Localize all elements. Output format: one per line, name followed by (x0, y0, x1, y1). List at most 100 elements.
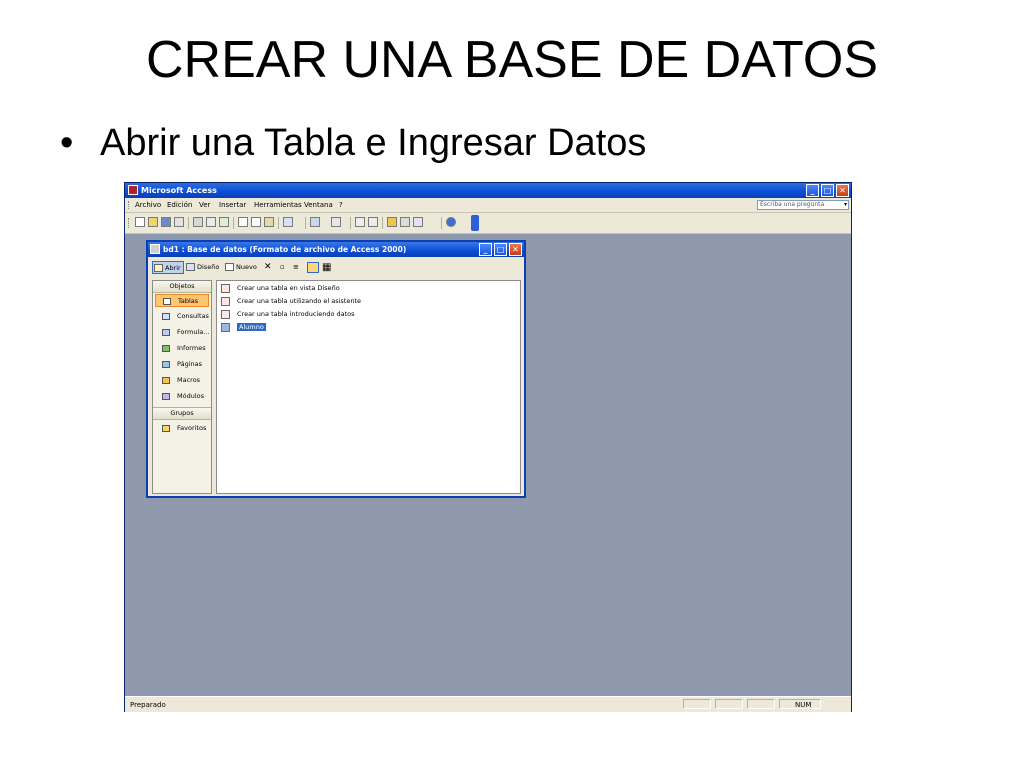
database-toolbar: Abrir Diseño Nuevo ✕ ▫ ≡ ▦ (150, 259, 522, 277)
chevron-down-icon[interactable]: ▾ (844, 201, 847, 209)
relationships-icon[interactable] (400, 217, 410, 227)
undo-icon[interactable] (283, 217, 293, 227)
list-item-label: Crear una tabla en vista Diseño (237, 284, 340, 292)
help-question-input[interactable]: Escriba una pregunta ▾ (757, 200, 849, 210)
open-label: Abrir (165, 264, 181, 272)
object-informes[interactable]: Informes (155, 342, 209, 355)
list-item-create-data[interactable]: Crear una tabla introduciendo datos (221, 309, 355, 320)
list-view-icon[interactable] (307, 262, 319, 273)
large-icons-icon[interactable]: ▫ (280, 262, 285, 273)
object-modulos[interactable]: Módulos (155, 390, 209, 403)
db-minimize-button[interactable]: _ (479, 243, 492, 256)
object-label: Informes (177, 344, 206, 352)
menu-grip-icon[interactable] (128, 201, 131, 209)
toolbar-options-icon[interactable] (471, 215, 479, 231)
num-lock-indicator: NUM (795, 701, 812, 709)
list-item-label: Crear una tabla introduciendo datos (237, 310, 355, 318)
print-preview-icon[interactable] (206, 217, 216, 227)
app-titlebar[interactable]: Microsoft Access _ □ ✕ (125, 183, 851, 198)
object-consultas[interactable]: Consultas (155, 310, 209, 323)
list-item-label: Crear una tabla utilizando el asistente (237, 297, 362, 305)
new-button[interactable]: Nuevo (224, 261, 260, 274)
access-key-icon[interactable] (128, 185, 138, 195)
group-label: Favoritos (177, 424, 207, 432)
object-formularios[interactable]: Formula... (155, 326, 209, 339)
new-icon (225, 263, 234, 271)
code-icon[interactable] (355, 217, 365, 227)
toolbar-grip-icon[interactable] (128, 218, 131, 228)
status-bar: Preparado NUM (125, 696, 851, 712)
db-maximize-button[interactable]: □ (494, 243, 507, 256)
bullet-text: Abrir una Tabla e Ingresar Datos (100, 122, 647, 164)
toolbar-separator (188, 217, 189, 229)
menu-ver[interactable]: Ver (199, 201, 210, 209)
maximize-button[interactable]: □ (821, 184, 834, 197)
help-question-placeholder: Escriba una pregunta (760, 201, 825, 208)
table-icon (163, 298, 171, 305)
bullet-marker: • (60, 122, 74, 164)
details-view-icon[interactable]: ▦ (322, 262, 331, 273)
copy-icon[interactable] (251, 217, 261, 227)
standard-toolbar (125, 213, 851, 234)
table-icon (221, 323, 230, 332)
save-icon[interactable] (161, 217, 171, 227)
report-icon (162, 345, 170, 352)
object-paginas[interactable]: Páginas (155, 358, 209, 371)
object-tablas[interactable]: Tablas (155, 294, 209, 307)
help-icon[interactable] (446, 217, 456, 227)
design-wizard-icon (221, 284, 230, 293)
print-icon[interactable] (193, 217, 203, 227)
menu-insertar[interactable]: Insertar (219, 201, 246, 209)
db-close-button[interactable]: ✕ (509, 243, 522, 256)
menu-archivo[interactable]: Archivo (135, 201, 161, 209)
wizard-icon (221, 297, 230, 306)
objects-header[interactable]: Objetos (153, 281, 211, 293)
object-label: Macros (177, 376, 201, 384)
new-object-icon[interactable] (413, 217, 423, 227)
groups-header[interactable]: Grupos (153, 407, 211, 420)
slide-bullet: • Abrir una Tabla e Ingresar Datos (60, 122, 646, 165)
script-icon[interactable] (368, 217, 378, 227)
form-icon (162, 329, 170, 336)
database-title: bd1 : Base de datos (Formato de archivo … (163, 245, 407, 254)
list-item-label: Alumno (237, 323, 266, 331)
new-file-icon[interactable] (135, 217, 145, 227)
properties-icon[interactable] (387, 217, 397, 227)
database-icon[interactable] (150, 244, 160, 254)
list-item-create-wizard[interactable]: Crear una tabla utilizando el asistente (221, 296, 361, 307)
toolbar-separator (278, 217, 279, 229)
database-titlebar[interactable]: bd1 : Base de datos (Formato de archivo … (148, 242, 524, 257)
toolbar-separator (305, 217, 306, 229)
menu-ventana[interactable]: Ventana (304, 201, 333, 209)
menu-herramientas[interactable]: Herramientas (254, 201, 302, 209)
toolbar-separator (441, 217, 442, 229)
minimize-button[interactable]: _ (806, 184, 819, 197)
menu-edicion[interactable]: Edición (167, 201, 192, 209)
object-macros[interactable]: Macros (155, 374, 209, 387)
group-favoritos[interactable]: Favoritos (155, 422, 209, 435)
delete-icon[interactable]: ✕ (264, 262, 272, 273)
object-label: Consultas (177, 312, 209, 320)
open-file-icon[interactable] (148, 217, 158, 227)
open-icon (154, 264, 163, 272)
cut-icon[interactable] (238, 217, 248, 227)
spelling-icon[interactable] (219, 217, 229, 227)
open-button[interactable]: Abrir (152, 261, 184, 274)
paste-icon[interactable] (264, 217, 274, 227)
module-icon (162, 393, 170, 400)
slide-title: CREAR UNA BASE DE DATOS (145, 31, 879, 89)
search-file-icon[interactable] (174, 217, 184, 227)
toolbar-separator (382, 217, 383, 229)
list-item-alumno[interactable]: Alumno (221, 322, 266, 333)
toolbar-separator (233, 217, 234, 229)
analyze-icon[interactable] (331, 217, 341, 227)
close-button[interactable]: ✕ (836, 184, 849, 197)
menu-help[interactable]: ? (339, 201, 343, 209)
design-button[interactable]: Diseño (185, 261, 221, 274)
list-item-create-design[interactable]: Crear una tabla en vista Diseño (221, 283, 340, 294)
office-links-icon[interactable] (310, 217, 320, 227)
status-text: Preparado (130, 701, 166, 709)
macro-icon (162, 377, 170, 384)
new-label: Nuevo (236, 263, 257, 271)
small-icons-icon[interactable]: ≡ (293, 262, 299, 273)
